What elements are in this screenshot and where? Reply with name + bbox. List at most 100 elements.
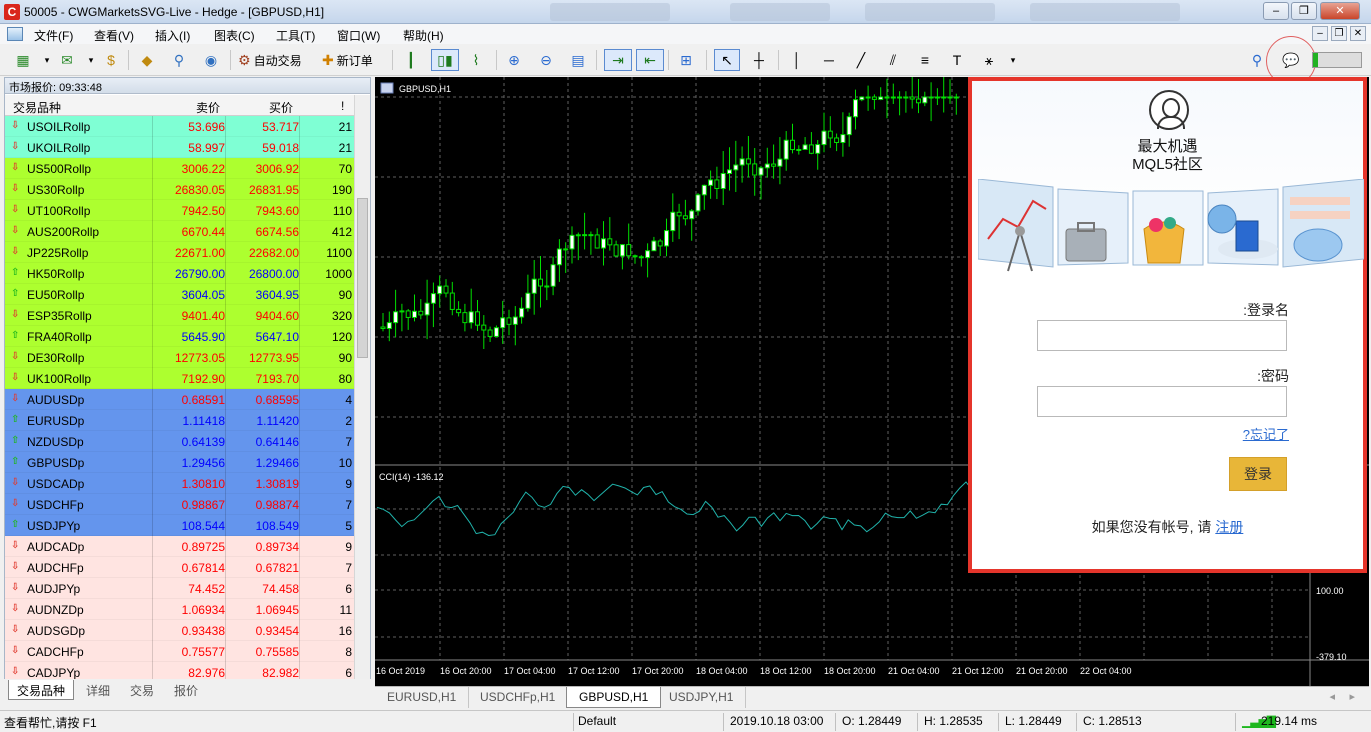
text-tool-icon[interactable]: T: [946, 49, 968, 71]
scrollbar-thumb[interactable]: [357, 198, 368, 358]
menu-view[interactable]: 查看(V): [94, 27, 134, 44]
column-bid[interactable]: 卖价: [196, 99, 220, 116]
market-watch-row[interactable]: ⇧ HK50Rollp 26790.00 26800.00 1000: [5, 263, 355, 284]
column-divider: [225, 347, 226, 368]
market-watch-row[interactable]: ⇧ EURUSDp 1.11418 1.11420 2: [5, 410, 355, 431]
dropdown-arrow-icon[interactable]: ▾: [36, 49, 58, 71]
market-watch-row[interactable]: ⇩ CADCHFp 0.75577 0.75585 8: [5, 641, 355, 662]
terminal-icon[interactable]: ⚲: [168, 49, 190, 71]
market-watch-row[interactable]: ⇩ ESP35Rollp 9401.40 9404.60 320: [5, 305, 355, 326]
chart-tab-eurusd[interactable]: EURUSD,H1: [375, 687, 470, 708]
column-divider: [152, 221, 153, 242]
market-watch-row[interactable]: ⇩ AUDUSDp 0.68591 0.68595 4: [5, 389, 355, 410]
arrow-up-icon: ⇧: [11, 330, 20, 341]
login-button[interactable]: 登录: [1229, 457, 1287, 491]
new-order-button[interactable]: ✚ 新订单: [322, 49, 373, 71]
market-watch-row[interactable]: ⇩ US30Rollp 26830.05 26831.95 190: [5, 179, 355, 200]
profiles-icon[interactable]: ✉: [56, 49, 78, 71]
market-watch-row[interactable]: ⇧ NZDUSDp 0.64139 0.64146 7: [5, 431, 355, 452]
column-divider: [225, 158, 226, 179]
market-watch-row[interactable]: ⇩ AUDSGDp 0.93438 0.93454 16: [5, 620, 355, 641]
candlestick-chart-icon[interactable]: ▯▮: [431, 49, 459, 71]
chart-tab-usdjpy[interactable]: USDJPY,H1: [657, 687, 747, 708]
restore-button[interactable]: ❐: [1291, 2, 1317, 20]
autotrade-button[interactable]: ⚙ 自动交易: [238, 49, 302, 71]
vertical-line-icon[interactable]: │: [786, 49, 808, 71]
tab-symbols[interactable]: 交易品种: [8, 680, 75, 700]
candlestick: [380, 326, 386, 330]
indicators-icon[interactable]: ⊞: [675, 49, 697, 71]
market-watch-row[interactable]: ⇩ AUDNZDp 1.06934 1.06945 11: [5, 599, 355, 620]
cursor-icon[interactable]: ↖: [714, 49, 740, 71]
minimize-button[interactable]: –: [1263, 2, 1289, 20]
mdi-minimize-button[interactable]: –: [1312, 26, 1328, 41]
search-icon[interactable]: ⚲: [1246, 49, 1268, 71]
chart-tab-usdchf[interactable]: USDCHFp,H1: [468, 687, 569, 708]
market-watch-row[interactable]: ⇧ USDJPYp 108.544 108.549 5: [5, 515, 355, 536]
horizontal-line-icon[interactable]: ─: [818, 49, 840, 71]
signals-icon[interactable]: ◉: [200, 49, 222, 71]
market-watch-scrollbar[interactable]: [354, 95, 370, 680]
dropdown-arrow-icon[interactable]: ▾: [80, 49, 102, 71]
column-ask[interactable]: 买价: [269, 99, 293, 116]
dropdown-arrow-icon[interactable]: ▾: [1002, 49, 1024, 71]
tile-windows-icon[interactable]: ▤: [567, 49, 589, 71]
register-link[interactable]: 注册: [1215, 519, 1243, 535]
trendline-icon[interactable]: ╱: [850, 49, 872, 71]
tab-scroll-right-icon[interactable]: ▸: [1349, 690, 1355, 703]
navigator-icon[interactable]: ◆: [136, 49, 158, 71]
bar-chart-icon[interactable]: ┃: [400, 49, 422, 71]
autoscroll-icon[interactable]: ⇥: [604, 49, 632, 71]
password-input[interactable]: [1037, 386, 1287, 417]
market-watch-row[interactable]: ⇧ FRA40Rollp 5645.90 5647.10 120: [5, 326, 355, 347]
menu-charts[interactable]: 图表(C): [214, 27, 255, 44]
close-button[interactable]: ✕: [1320, 2, 1360, 20]
market-watch-row[interactable]: ⇩ DE30Rollp 12773.05 12773.95 90: [5, 347, 355, 368]
menu-tools[interactable]: 工具(T): [276, 27, 315, 44]
line-chart-icon[interactable]: ⌇: [465, 49, 487, 71]
chart-shift-icon[interactable]: ⇤: [636, 49, 664, 71]
mdi-close-button[interactable]: ✕: [1350, 26, 1366, 41]
equidistant-channel-icon[interactable]: ⫽: [882, 49, 904, 71]
market-watch-row[interactable]: ⇩ JP225Rollp 22671.00 22682.00 1100: [5, 242, 355, 263]
market-watch-row[interactable]: ⇧ GBPUSDp 1.29456 1.29466 10: [5, 452, 355, 473]
market-watch-icon[interactable]: $: [100, 49, 122, 71]
candlestick: [871, 96, 877, 100]
username-input[interactable]: [1037, 320, 1287, 351]
zoom-out-icon[interactable]: ⊖: [535, 49, 557, 71]
market-watch-row[interactable]: ⇧ EU50Rollp 3604.05 3604.95 90: [5, 284, 355, 305]
market-watch-row[interactable]: ⇩ USDCHFp 0.98867 0.98874 7: [5, 494, 355, 515]
fibonacci-icon[interactable]: ≡: [914, 49, 936, 71]
menu-file[interactable]: 文件(F): [34, 27, 73, 44]
forgot-password-link[interactable]: ?忘记了: [1243, 424, 1289, 443]
new-chart-icon[interactable]: ▦: [12, 49, 34, 71]
market-watch-row[interactable]: ⇩ AUDCADp 0.89725 0.89734 9: [5, 536, 355, 557]
tab-trading[interactable]: 交易: [122, 680, 162, 700]
candlestick: [405, 310, 411, 318]
candlestick: [575, 234, 581, 237]
zoom-in-icon[interactable]: ⊕: [503, 49, 525, 71]
crosshair-icon[interactable]: ┼: [748, 49, 770, 71]
market-watch-row[interactable]: ⇩ UK100Rollp 7192.90 7193.70 80: [5, 368, 355, 389]
tab-details[interactable]: 详细: [78, 680, 118, 700]
shapes-icon[interactable]: ⚹: [978, 49, 1000, 71]
tab-ticks[interactable]: 报价: [166, 680, 206, 700]
menu-insert[interactable]: 插入(I): [155, 27, 190, 44]
tab-scroll-left-icon[interactable]: ◂: [1329, 690, 1335, 703]
column-symbol[interactable]: 交易品种: [13, 99, 61, 116]
market-watch-row[interactable]: ⇩ AUDJPYp 74.452 74.458 6: [5, 578, 355, 599]
column-spread[interactable]: !: [341, 99, 344, 113]
chart-tab-gbpusd[interactable]: GBPUSD,H1: [566, 687, 662, 708]
market-watch-row[interactable]: ⇩ UT100Rollp 7942.50 7943.60 110: [5, 200, 355, 221]
market-watch-row[interactable]: ⇩ AUDCHFp 0.67814 0.67821 7: [5, 557, 355, 578]
menu-help[interactable]: 帮助(H): [403, 27, 444, 44]
menu-window[interactable]: 窗口(W): [337, 27, 380, 44]
chart-window-icon[interactable]: [7, 27, 23, 41]
row-bid: 22671.00: [174, 246, 225, 260]
market-watch-row[interactable]: ⇩ USOILRollp 53.696 53.717 21: [5, 116, 355, 137]
mdi-restore-button[interactable]: ❐: [1331, 26, 1347, 41]
market-watch-row[interactable]: ⇩ UKOILRollp 58.997 59.018 21: [5, 137, 355, 158]
market-watch-row[interactable]: ⇩ USDCADp 1.30810 1.30819 9: [5, 473, 355, 494]
market-watch-row[interactable]: ⇩ US500Rollp 3006.22 3006.92 70: [5, 158, 355, 179]
market-watch-row[interactable]: ⇩ AUS200Rollp 6670.44 6674.56 412: [5, 221, 355, 242]
